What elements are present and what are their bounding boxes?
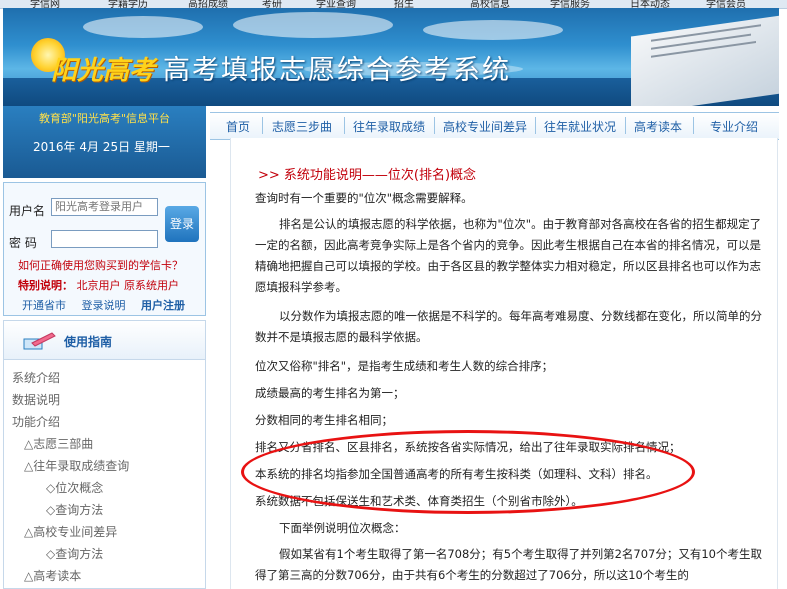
username-input[interactable] [51, 198, 158, 216]
paragraph: 下面举例说明位次概念： [279, 521, 406, 535]
help-link[interactable]: 如何正确使用您购买到的学信卡？ [18, 257, 183, 273]
nav-three-steps[interactable]: 志愿三步曲 [272, 118, 332, 135]
guide-header: 使用指南 [4, 321, 205, 360]
guide-item[interactable]: △高校专业间差异 [24, 523, 117, 540]
guide-item[interactable]: △志愿三部曲 [24, 435, 93, 452]
guide-item[interactable]: 数据说明 [12, 391, 60, 408]
guide-item[interactable]: ◇位次概念 [46, 479, 103, 496]
site-logo[interactable]: 阳光高考 [51, 50, 155, 87]
nav-past-scores[interactable]: 往年录取成绩 [353, 118, 425, 135]
login-button[interactable]: 登录 [165, 206, 199, 242]
password-input[interactable] [51, 230, 158, 248]
guide-item[interactable]: ◇查询方法 [46, 545, 103, 562]
paragraph: 排名是公认的填报志愿的科学依据，也称为"位次"。由于教育部对各高校在各省的招生都… [255, 217, 762, 294]
password-label: 密 码 [9, 236, 37, 250]
nav-employment[interactable]: 往年就业状况 [544, 118, 616, 135]
special-notice-users[interactable]: 北京用户 原系统用户 [77, 279, 180, 292]
main-content: >> 系统功能说明——位次(排名)概念 查询时有一个重要的"位次"概念需要解释。… [230, 138, 778, 589]
open-province-link[interactable]: 开通省市 [22, 299, 66, 312]
section-title: >> 系统功能说明——位次(排名)概念 [258, 168, 477, 183]
paragraph: 以分数作为填报志愿的唯一依据是不科学的。每年高考难易度、分数线都在变化，所以简单… [255, 309, 762, 344]
main-nav: 首页 志愿三步曲 往年录取成绩 高校专业间差异 往年就业状况 高考读本 专业介绍 [210, 112, 779, 140]
site-title: 高考填报志愿综合参考系统 [163, 55, 511, 86]
paragraph: 成绩最高的考生排名为第一； [255, 386, 405, 400]
pencil-book-icon [23, 332, 56, 350]
guide-title: 使用指南 [64, 335, 113, 349]
paragraph-highlighted: 本系统的排名均指参加全国普通高考的所有考生按科类（如理科、文科）排名。 [255, 467, 658, 481]
guide-item[interactable]: 功能介绍 [12, 413, 60, 430]
paragraph: 分数相同的考生排名相同； [255, 413, 393, 427]
book-image [631, 15, 779, 106]
register-link[interactable]: 用户注册 [141, 299, 185, 312]
guide-item[interactable]: △高考读本 [24, 567, 81, 584]
usage-guide: 使用指南 系统介绍 数据说明 功能介绍 △志愿三部曲 △往年录取成绩查询 ◇位次… [3, 320, 206, 589]
nav-home[interactable]: 首页 [226, 118, 250, 135]
site-banner: 阳光高考 高考填报志愿综合参考系统 [3, 8, 779, 106]
login-help-link[interactable]: 登录说明 [82, 299, 126, 312]
nav-major-intro[interactable]: 专业介绍 [710, 118, 758, 135]
paragraph-highlighted: 系统数据不包括保送生和艺术类、体育类招生（个别省市除外）。 [255, 494, 583, 508]
guide-item[interactable]: ◇查询方法 [46, 501, 103, 518]
guide-item[interactable]: 系统介绍 [12, 369, 60, 386]
guide-item[interactable]: △往年录取成绩查询 [24, 457, 129, 474]
paragraph: 位次又俗称"排名"，是指考生成绩和考生人数的综合排序； [255, 359, 554, 373]
nav-major-differences[interactable]: 高校专业间差异 [443, 118, 527, 135]
login-links: 开通省市 登录说明 用户注册 [22, 297, 197, 313]
nav-reader[interactable]: 高考读本 [634, 118, 682, 135]
paragraph-highlighted: 排名又分省排名、区县排名，系统按各省实际情况，给出了往年录取实际排名情况； [255, 440, 681, 454]
paragraph: 查询时有一个重要的"位次"概念需要解释。 [255, 191, 473, 205]
special-notice-title: 特别说明： [18, 279, 73, 292]
platform-info: 教育部"阳光高考"信息平台 2016年 4月 25日 星期一 [3, 106, 206, 178]
paragraph: 假如某省有1个考生取得了第一名708分；有5个考生取得了并列第2名707分；又有… [255, 547, 762, 582]
login-panel: 用户名 密 码 登录 如何正确使用您购买到的学信卡？ 特别说明： 北京用户 原系… [3, 182, 206, 316]
username-label: 用户名 [9, 204, 46, 218]
current-date: 2016年 4月 25日 星期一 [33, 140, 170, 154]
platform-name: 教育部"阳光高考"信息平台 [38, 112, 171, 125]
special-notice: 特别说明： 北京用户 原系统用户 [18, 277, 179, 293]
